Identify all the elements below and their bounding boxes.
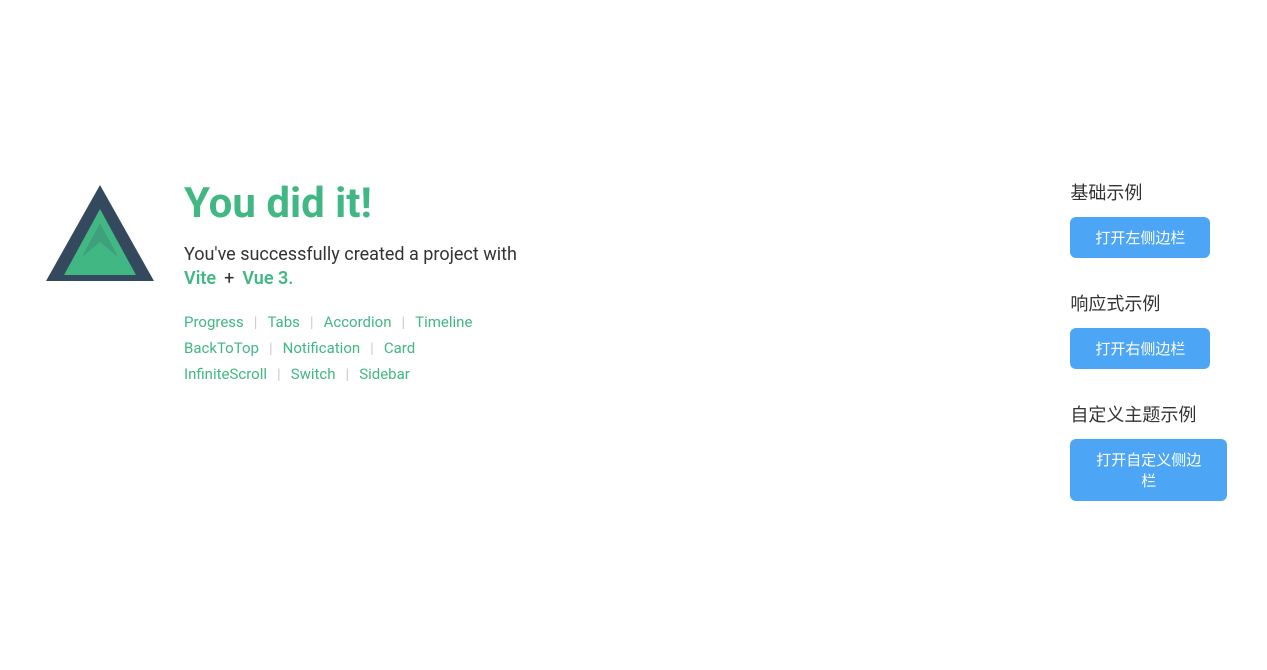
vite-link[interactable]: Vite	[184, 268, 216, 289]
nav-row-1: Progress | Tabs | Accordion | Timeline	[184, 309, 910, 335]
nav-divider: |	[254, 313, 258, 331]
nav-link-timeline[interactable]: Timeline	[415, 309, 472, 335]
nav-row-3: InfiniteScroll | Switch | Sidebar	[184, 361, 910, 387]
example-title-basic: 基础示例	[1070, 179, 1227, 205]
plus-sign: +	[224, 268, 234, 289]
nav-divider: |	[346, 365, 350, 383]
open-right-sidebar-button[interactable]: 打开右侧边栏	[1070, 328, 1210, 369]
nav-link-switch[interactable]: Switch	[291, 361, 336, 387]
vue-link[interactable]: Vue 3.	[242, 268, 293, 289]
nav-divider: |	[269, 339, 273, 357]
nav-row-2: BackToTop | Notification | Card	[184, 335, 910, 361]
subtitle-text: You've successfully created a project wi…	[184, 244, 517, 265]
open-custom-sidebar-button[interactable]: 打开自定义侧边栏	[1070, 439, 1227, 501]
nav-divider: |	[277, 365, 281, 383]
nav-links: Progress | Tabs | Accordion | Timeline B…	[184, 309, 910, 387]
nav-link-accordion[interactable]: Accordion	[324, 309, 392, 335]
right-section: 基础示例 打开左侧边栏 响应式示例 打开右侧边栏 自定义主题示例 打开自定义侧边…	[1070, 169, 1227, 501]
subtitle-block: You've successfully created a project wi…	[184, 241, 910, 289]
nav-divider: |	[402, 313, 406, 331]
nav-link-sidebar[interactable]: Sidebar	[359, 361, 410, 387]
example-title-custom: 自定义主题示例	[1070, 401, 1227, 427]
nav-link-backtotop[interactable]: BackToTop	[184, 335, 259, 361]
main-container: You did it! You've successfully created …	[0, 129, 1267, 541]
nav-link-card[interactable]: Card	[384, 335, 415, 361]
nav-link-progress[interactable]: Progress	[184, 309, 244, 335]
content-block: You did it! You've successfully created …	[184, 169, 910, 387]
nav-divider: |	[370, 339, 374, 357]
example-block-custom: 自定义主题示例 打开自定义侧边栏	[1070, 401, 1227, 501]
subtitle-links: Vite + Vue 3.	[184, 268, 910, 289]
nav-link-notification[interactable]: Notification	[283, 335, 361, 361]
nav-link-infinitescroll[interactable]: InfiniteScroll	[184, 361, 267, 387]
example-block-responsive: 响应式示例 打开右侧边栏	[1070, 290, 1227, 369]
nav-divider: |	[310, 313, 314, 331]
vue-logo	[40, 179, 160, 299]
example-block-basic: 基础示例 打开左侧边栏	[1070, 179, 1227, 258]
left-section: You did it! You've successfully created …	[40, 169, 910, 387]
example-title-responsive: 响应式示例	[1070, 290, 1227, 316]
nav-link-tabs[interactable]: Tabs	[267, 309, 299, 335]
open-left-sidebar-button[interactable]: 打开左侧边栏	[1070, 217, 1210, 258]
main-title: You did it!	[184, 179, 910, 229]
